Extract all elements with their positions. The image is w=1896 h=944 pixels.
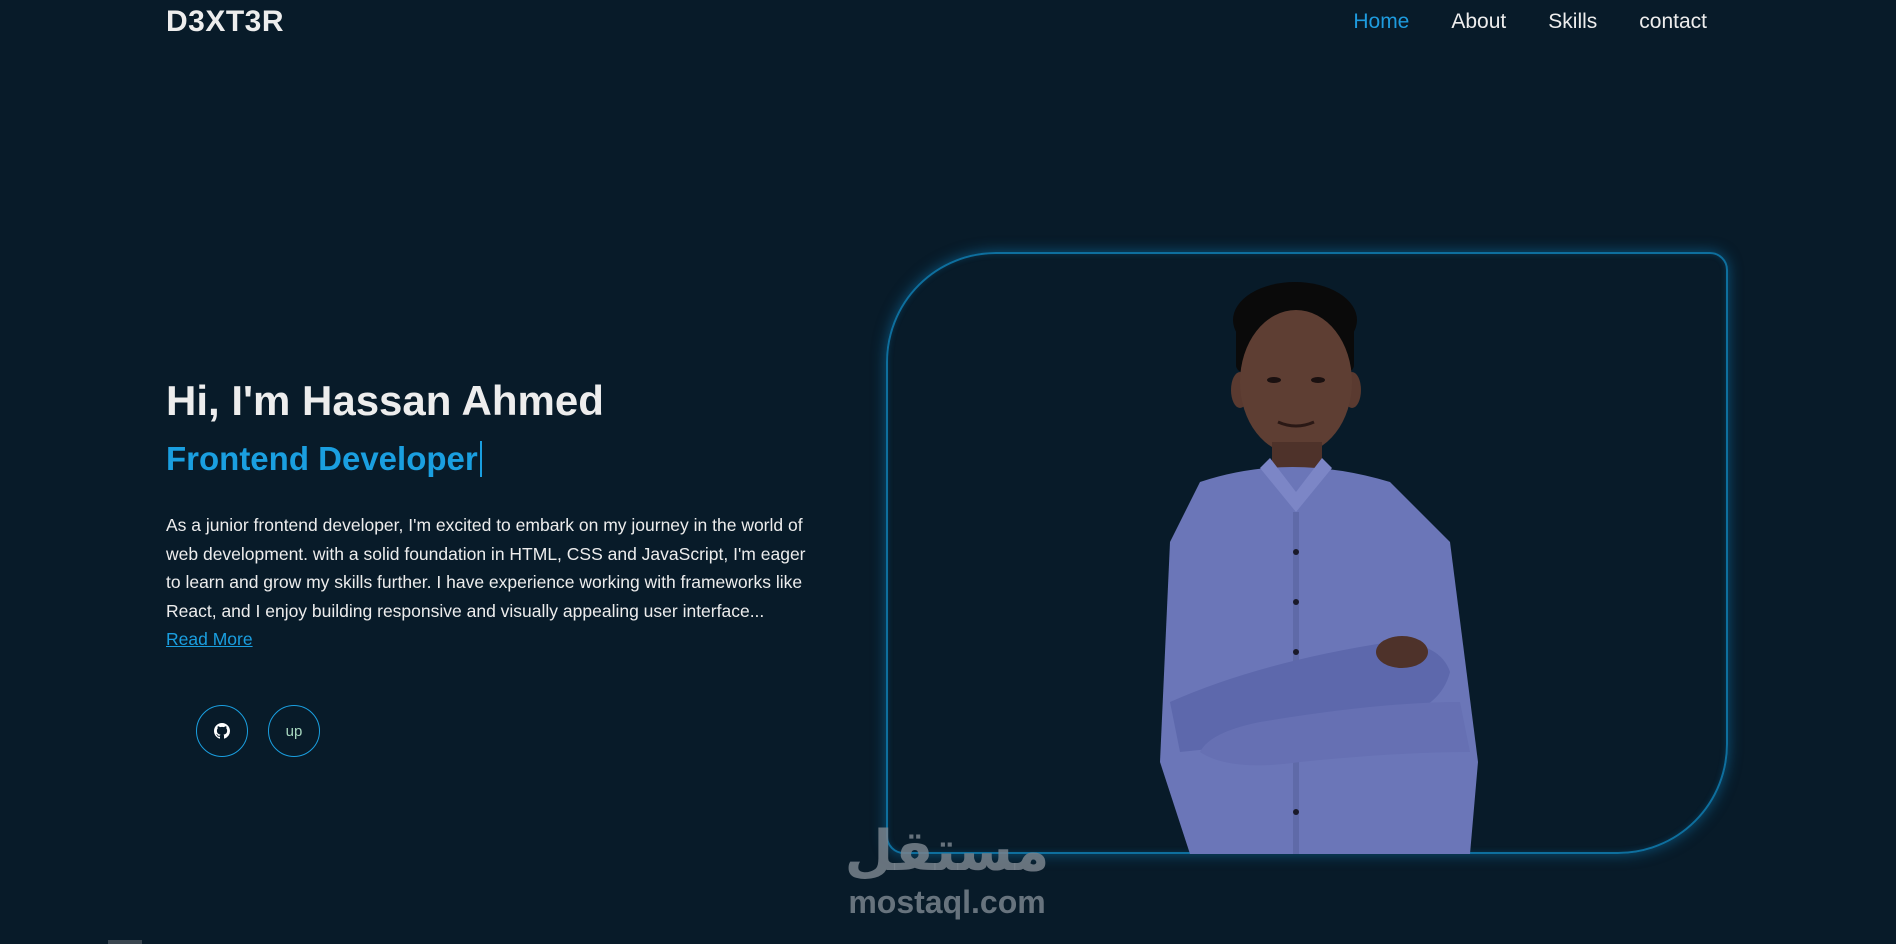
portrait-image [1160, 282, 1478, 854]
main-nav: Home About Skills contact [1353, 8, 1707, 36]
nav-home[interactable]: Home [1353, 8, 1409, 36]
nav-skills[interactable]: Skills [1548, 8, 1597, 36]
description-text: As a junior frontend developer, I'm exci… [166, 515, 806, 621]
watermark: مستقل mostaql.com [832, 819, 1062, 921]
page: D3XT3R Home About Skills contact Hi, I'm… [0, 0, 1896, 944]
site-logo[interactable]: D3XT3R [166, 2, 284, 42]
github-icon [214, 723, 230, 739]
role-text: Frontend Developer [166, 440, 478, 477]
read-more-link[interactable]: Read More [166, 629, 253, 649]
up-button[interactable]: up [268, 705, 320, 757]
typing-cursor [479, 441, 482, 477]
social-links: up [196, 705, 320, 757]
github-button[interactable] [196, 705, 248, 757]
watermark-latin: mostaql.com [848, 884, 1046, 920]
nav-contact[interactable]: contact [1639, 8, 1707, 36]
hero-title: Hi, I'm Hassan Ahmed [166, 377, 604, 424]
watermark-arabic: مستقل [844, 819, 1050, 884]
hero-role: Frontend Developer [166, 436, 482, 482]
bottom-scroll-indicator [108, 940, 142, 944]
hero-description: As a junior frontend developer, I'm exci… [166, 511, 806, 654]
nav-about[interactable]: About [1451, 8, 1506, 36]
